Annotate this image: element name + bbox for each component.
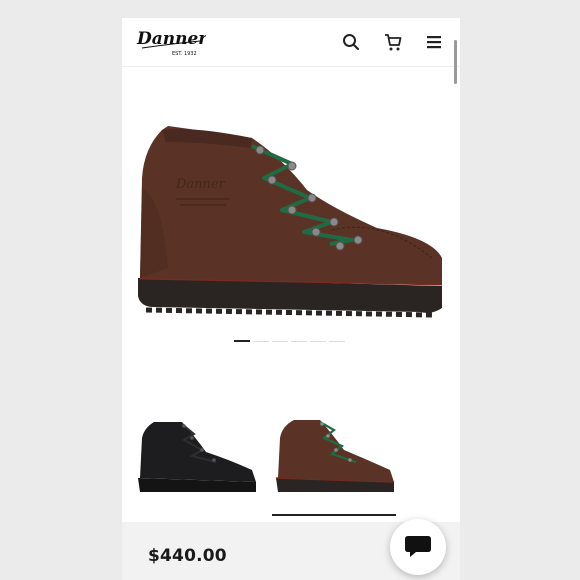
carousel-dot-3[interactable]: [272, 341, 288, 342]
menu-icon[interactable]: [424, 32, 444, 52]
svg-text:Danner: Danner: [175, 177, 226, 192]
carousel-indicator: [234, 340, 350, 344]
site-header: Danner EST. 1932: [122, 18, 460, 67]
scrollbar[interactable]: [454, 40, 457, 84]
thumbnail-black-boot[interactable]: [134, 408, 260, 504]
carousel-dot-2[interactable]: [253, 341, 269, 342]
product-image-brown-boot[interactable]: Danner: [132, 118, 450, 328]
brand-est: EST. 1932: [172, 51, 197, 57]
product-page: Danner EST. 1932 Danner $440.00: [122, 18, 460, 580]
selected-thumbnail-indicator: [272, 514, 396, 516]
carousel-dot-4[interactable]: [291, 341, 307, 342]
carousel-dot-5[interactable]: [310, 341, 326, 342]
carousel-dot-6[interactable]: [329, 341, 345, 342]
chat-bubble-icon: [405, 536, 431, 557]
danner-logo[interactable]: Danner EST. 1932: [134, 24, 206, 58]
search-icon[interactable]: [341, 32, 361, 52]
product-price: $440.00: [148, 546, 227, 566]
cart-icon[interactable]: [383, 32, 403, 52]
chat-button[interactable]: [390, 519, 446, 575]
carousel-dot-1[interactable]: [234, 340, 250, 342]
thumbnail-brown-boot[interactable]: [272, 408, 398, 504]
brand-wordmark: Danner: [136, 29, 206, 49]
